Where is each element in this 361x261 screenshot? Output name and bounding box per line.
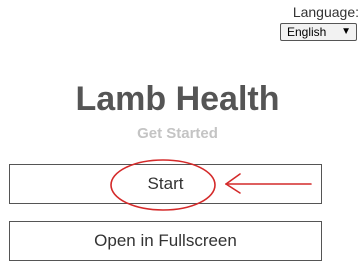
dropdown-arrow-icon: ▼ <box>341 26 351 37</box>
app-title: Lamb Health <box>75 80 280 118</box>
app-subtitle: Get Started <box>137 125 218 142</box>
fullscreen-button[interactable]: Open in Fullscreen <box>9 221 322 261</box>
language-selected-value: English <box>287 25 327 39</box>
language-select[interactable]: English ▼ <box>280 23 357 41</box>
page: Language: English ▼ Lamb Health Get Star… <box>0 0 361 261</box>
language-label: Language: <box>292 4 359 20</box>
start-button[interactable]: Start <box>9 164 322 204</box>
